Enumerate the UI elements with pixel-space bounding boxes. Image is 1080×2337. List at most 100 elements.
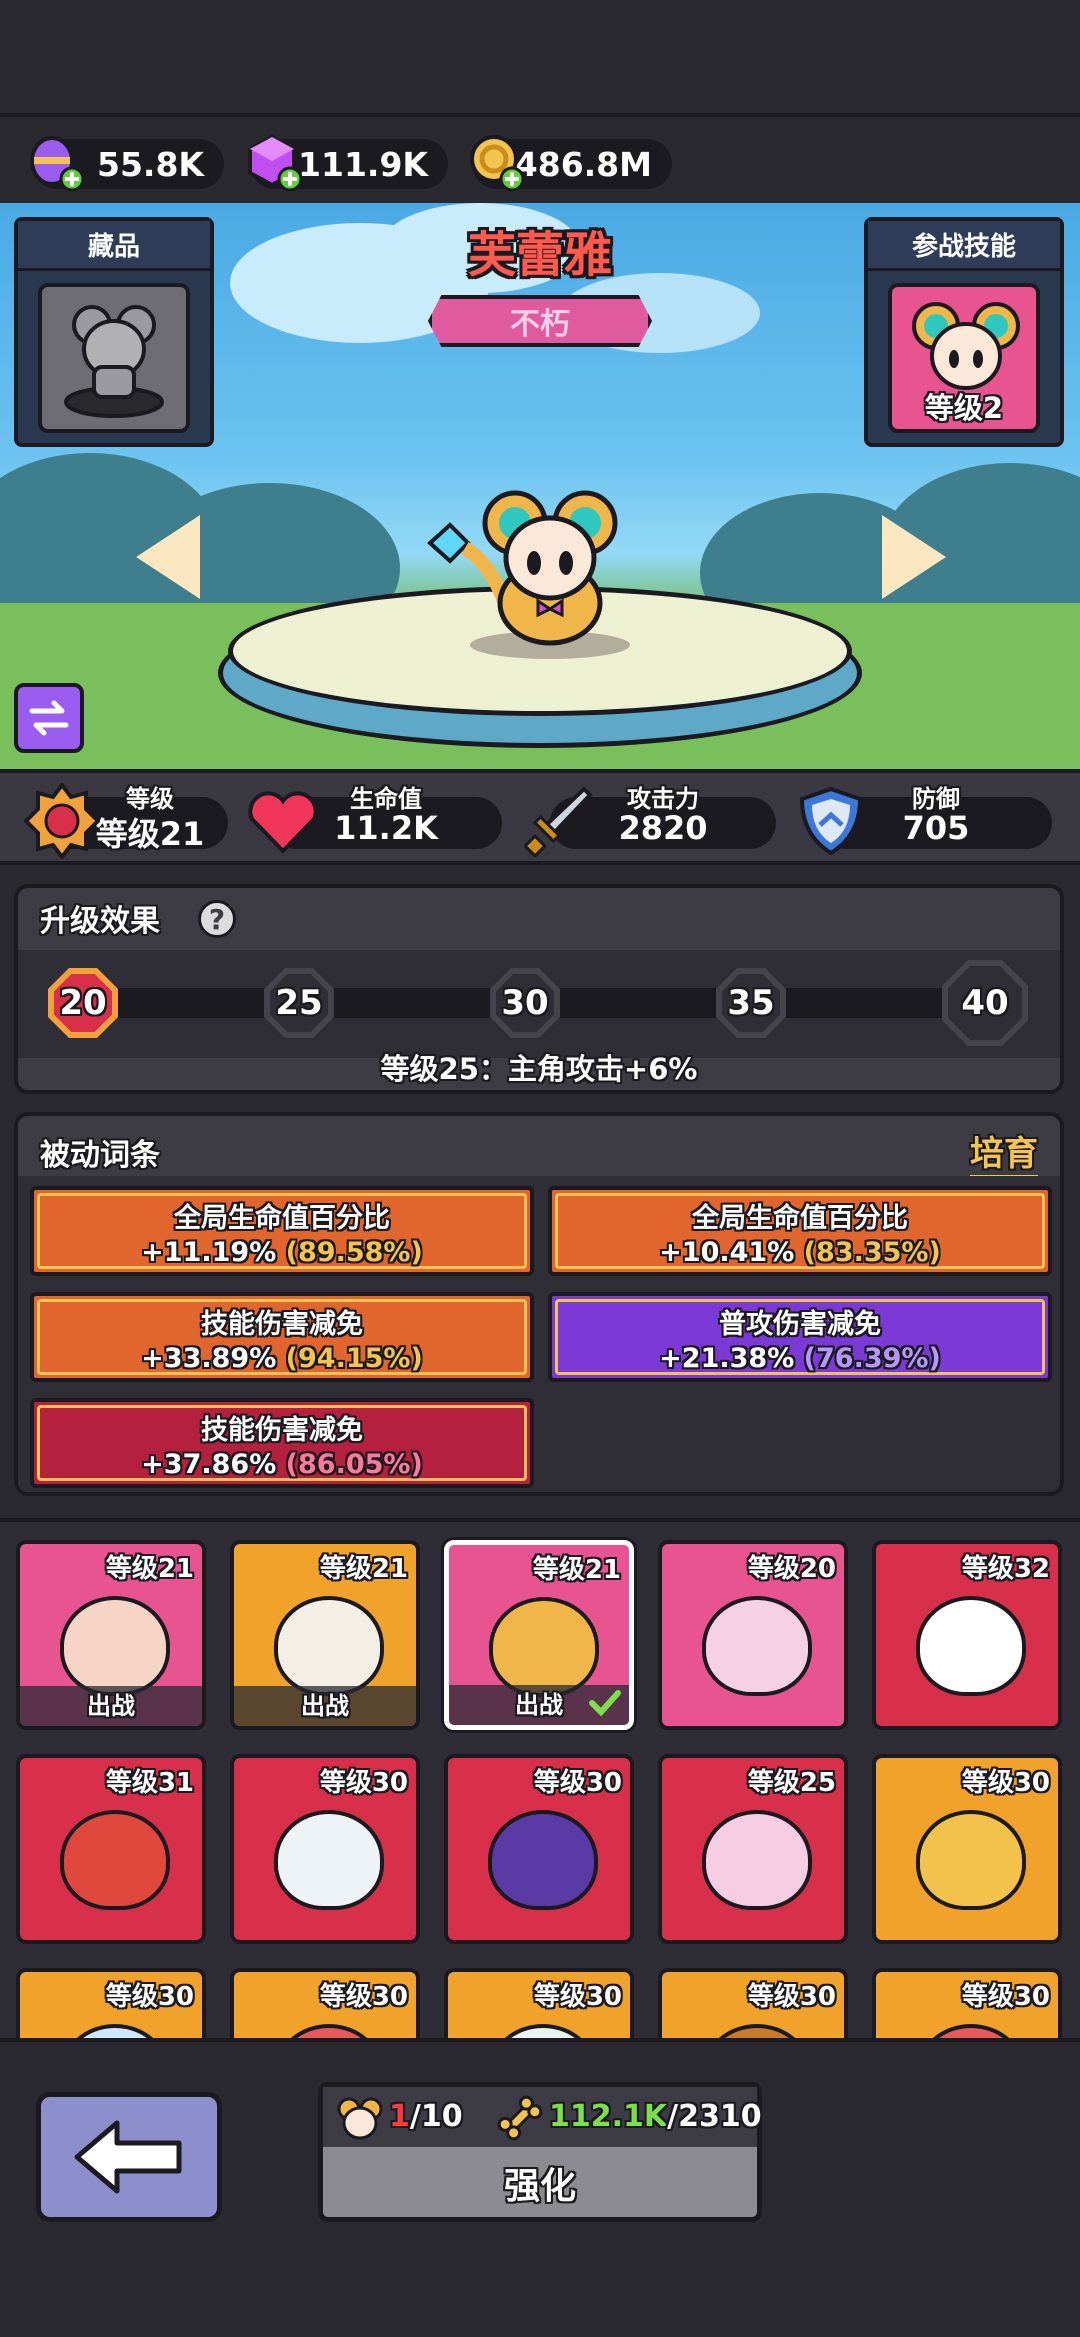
affix-cap: (76.39%) xyxy=(803,1343,941,1374)
milestone-20-label: 20 xyxy=(59,983,107,1023)
pet-portrait xyxy=(274,2024,384,2038)
prev-hero-arrow-icon[interactable] xyxy=(136,515,200,599)
affix-item[interactable]: 技能伤害减免 +37.86% (86.05%) xyxy=(30,1398,534,1488)
affix-name: 技能伤害减免 xyxy=(201,1309,363,1340)
pet-level: 等级30 xyxy=(319,1768,408,1798)
help-icon[interactable]: ? xyxy=(198,900,236,938)
purple-cube-icon xyxy=(248,134,303,192)
collection-slot[interactable] xyxy=(38,283,190,433)
pet-portrait xyxy=(916,1810,1026,1910)
pet-collection-grid: 等级21 出战 等级21 出战 等级21 出战 等级20 等级32 等级31 等级30 等级30 等级… xyxy=(0,1518,1080,2038)
affix-value: +33.89% xyxy=(141,1343,277,1374)
hero-stats-bar: 等级 等级21 生命值 11.2K 攻击力 2820 防御 705 xyxy=(0,769,1080,865)
affix-name: 全局生命值百分比 xyxy=(174,1203,390,1234)
pet-card[interactable]: 等级30 xyxy=(444,1754,634,1944)
pet-deployed-label: 出战 xyxy=(234,1686,416,1726)
bone-icon xyxy=(497,2095,543,2141)
pet-portrait xyxy=(60,1596,170,1696)
battle-skill-slot[interactable]: 等级2 xyxy=(888,283,1040,433)
bone-need: /2310 xyxy=(667,2099,762,2134)
pet-level: 等级30 xyxy=(533,1768,622,1798)
affix-item[interactable]: 普攻伤害减免 +21.38% (76.39%) xyxy=(548,1292,1052,1382)
back-arrow-icon xyxy=(74,2120,182,2194)
hero-showcase: 藏品 参战技能 等级2 芙蕾雅 不朽 xyxy=(0,203,1080,769)
skill-level: 等级2 xyxy=(924,391,1004,425)
pet-level: 等级30 xyxy=(747,1982,836,2012)
back-button[interactable] xyxy=(36,2092,222,2222)
pet-card[interactable]: 等级30 xyxy=(872,1968,1062,2038)
milestone-35[interactable]: 35 xyxy=(716,968,786,1038)
level-badge-icon xyxy=(24,783,100,859)
upgrade-effect-panel: 升级效果 ? 20 25 30 35 40 等级25：主角攻击+6% xyxy=(14,884,1064,1094)
milestone-25-label: 25 xyxy=(275,983,323,1023)
collection-panel[interactable]: 藏品 xyxy=(14,217,214,447)
milestone-30[interactable]: 30 xyxy=(490,968,560,1038)
milestone-35-label: 35 xyxy=(727,983,775,1023)
pet-level: 等级20 xyxy=(747,1554,836,1584)
pet-card[interactable]: 等级30 xyxy=(230,1754,420,1944)
swap-icon xyxy=(29,700,69,736)
affix-value: +10.41% xyxy=(659,1237,795,1268)
pet-card[interactable]: 等级30 xyxy=(872,1754,1062,1944)
affix-name: 技能伤害减免 xyxy=(201,1415,363,1446)
pet-card[interactable]: 等级21 出战 xyxy=(230,1540,420,1730)
currency-gold-value: 486.8M xyxy=(514,144,652,184)
milestone-20[interactable]: 20 xyxy=(48,968,118,1038)
bone-count: 112.1K/2310 xyxy=(549,2099,762,2134)
currency-cubes[interactable]: 111.9K xyxy=(248,134,448,192)
currency-eggs-value: 55.8K xyxy=(97,144,204,184)
sword-icon xyxy=(524,786,593,857)
pet-card[interactable]: 等级31 xyxy=(16,1754,206,1944)
affix-value: +37.86% xyxy=(141,1449,277,1480)
pet-portrait xyxy=(488,1810,598,1910)
swap-button[interactable] xyxy=(14,683,84,753)
pet-card[interactable]: 等级21 出战 xyxy=(444,1540,634,1730)
pet-card[interactable]: 等级30 xyxy=(658,1968,848,2038)
milestone-30-label: 30 xyxy=(501,983,549,1023)
cultivate-link[interactable]: 培育 xyxy=(970,1126,1038,1179)
affix-name: 全局生命值百分比 xyxy=(692,1203,908,1234)
shield-icon xyxy=(799,786,863,856)
affix-item[interactable]: 技能伤害减免 +33.89% (94.15%) xyxy=(30,1292,534,1382)
milestone-40[interactable]: 40 xyxy=(942,960,1028,1046)
purple-egg-icon xyxy=(30,136,85,192)
battle-skill-panel[interactable]: 参战技能 等级2 xyxy=(864,217,1064,447)
pet-portrait xyxy=(702,1596,812,1696)
affix-value: +21.38% xyxy=(659,1343,795,1374)
milestone-25[interactable]: 25 xyxy=(264,968,334,1038)
pet-card[interactable]: 等级30 xyxy=(444,1968,634,2038)
pet-card[interactable]: 等级20 xyxy=(658,1540,848,1730)
pet-portrait xyxy=(489,1597,599,1697)
pet-portrait xyxy=(702,1810,812,1910)
affix-cap: (83.35%) xyxy=(803,1237,941,1268)
currency-gold[interactable]: 486.8M xyxy=(470,135,672,192)
pet-deployed-label: 出战 xyxy=(20,1686,202,1726)
pet-portrait xyxy=(916,2024,1026,2038)
battle-skill-label: 参战技能 xyxy=(868,221,1060,271)
pet-card[interactable]: 等级30 xyxy=(230,1968,420,2038)
affix-cap: (94.15%) xyxy=(285,1343,423,1374)
affix-item[interactable]: 全局生命值百分比 +11.19% (89.58%) xyxy=(30,1186,534,1276)
next-hero-arrow-icon[interactable] xyxy=(882,515,946,599)
affix-name: 普攻伤害减免 xyxy=(719,1309,881,1340)
shard-count: 1/10 xyxy=(389,2099,463,2134)
hero-shard-icon xyxy=(337,2097,383,2140)
passive-title: 被动词条 xyxy=(40,1138,160,1173)
pet-level: 等级21 xyxy=(532,1555,621,1585)
shard-have: 1 xyxy=(389,2099,410,2134)
currency-eggs[interactable]: 55.8K xyxy=(30,136,224,192)
pet-portrait xyxy=(274,1596,384,1696)
pet-card[interactable]: 等级30 xyxy=(16,1968,206,2038)
pet-level: 等级32 xyxy=(961,1554,1050,1584)
statue-icon xyxy=(64,305,164,418)
pet-card[interactable]: 等级32 xyxy=(872,1540,1062,1730)
pet-card[interactable]: 等级25 xyxy=(658,1754,848,1944)
affix-item[interactable]: 全局生命值百分比 +10.41% (83.35%) xyxy=(548,1186,1052,1276)
pet-level: 等级30 xyxy=(105,1982,194,2012)
rarity-badge: 不朽 xyxy=(428,295,652,347)
pet-card[interactable]: 等级21 出战 xyxy=(16,1540,206,1730)
enhance-button[interactable]: 1/10 112.1K/2310 强化 xyxy=(318,2082,762,2222)
affix-cap: (86.05%) xyxy=(285,1449,423,1480)
collection-label: 藏品 xyxy=(18,221,210,271)
gold-coin-icon xyxy=(470,135,525,192)
